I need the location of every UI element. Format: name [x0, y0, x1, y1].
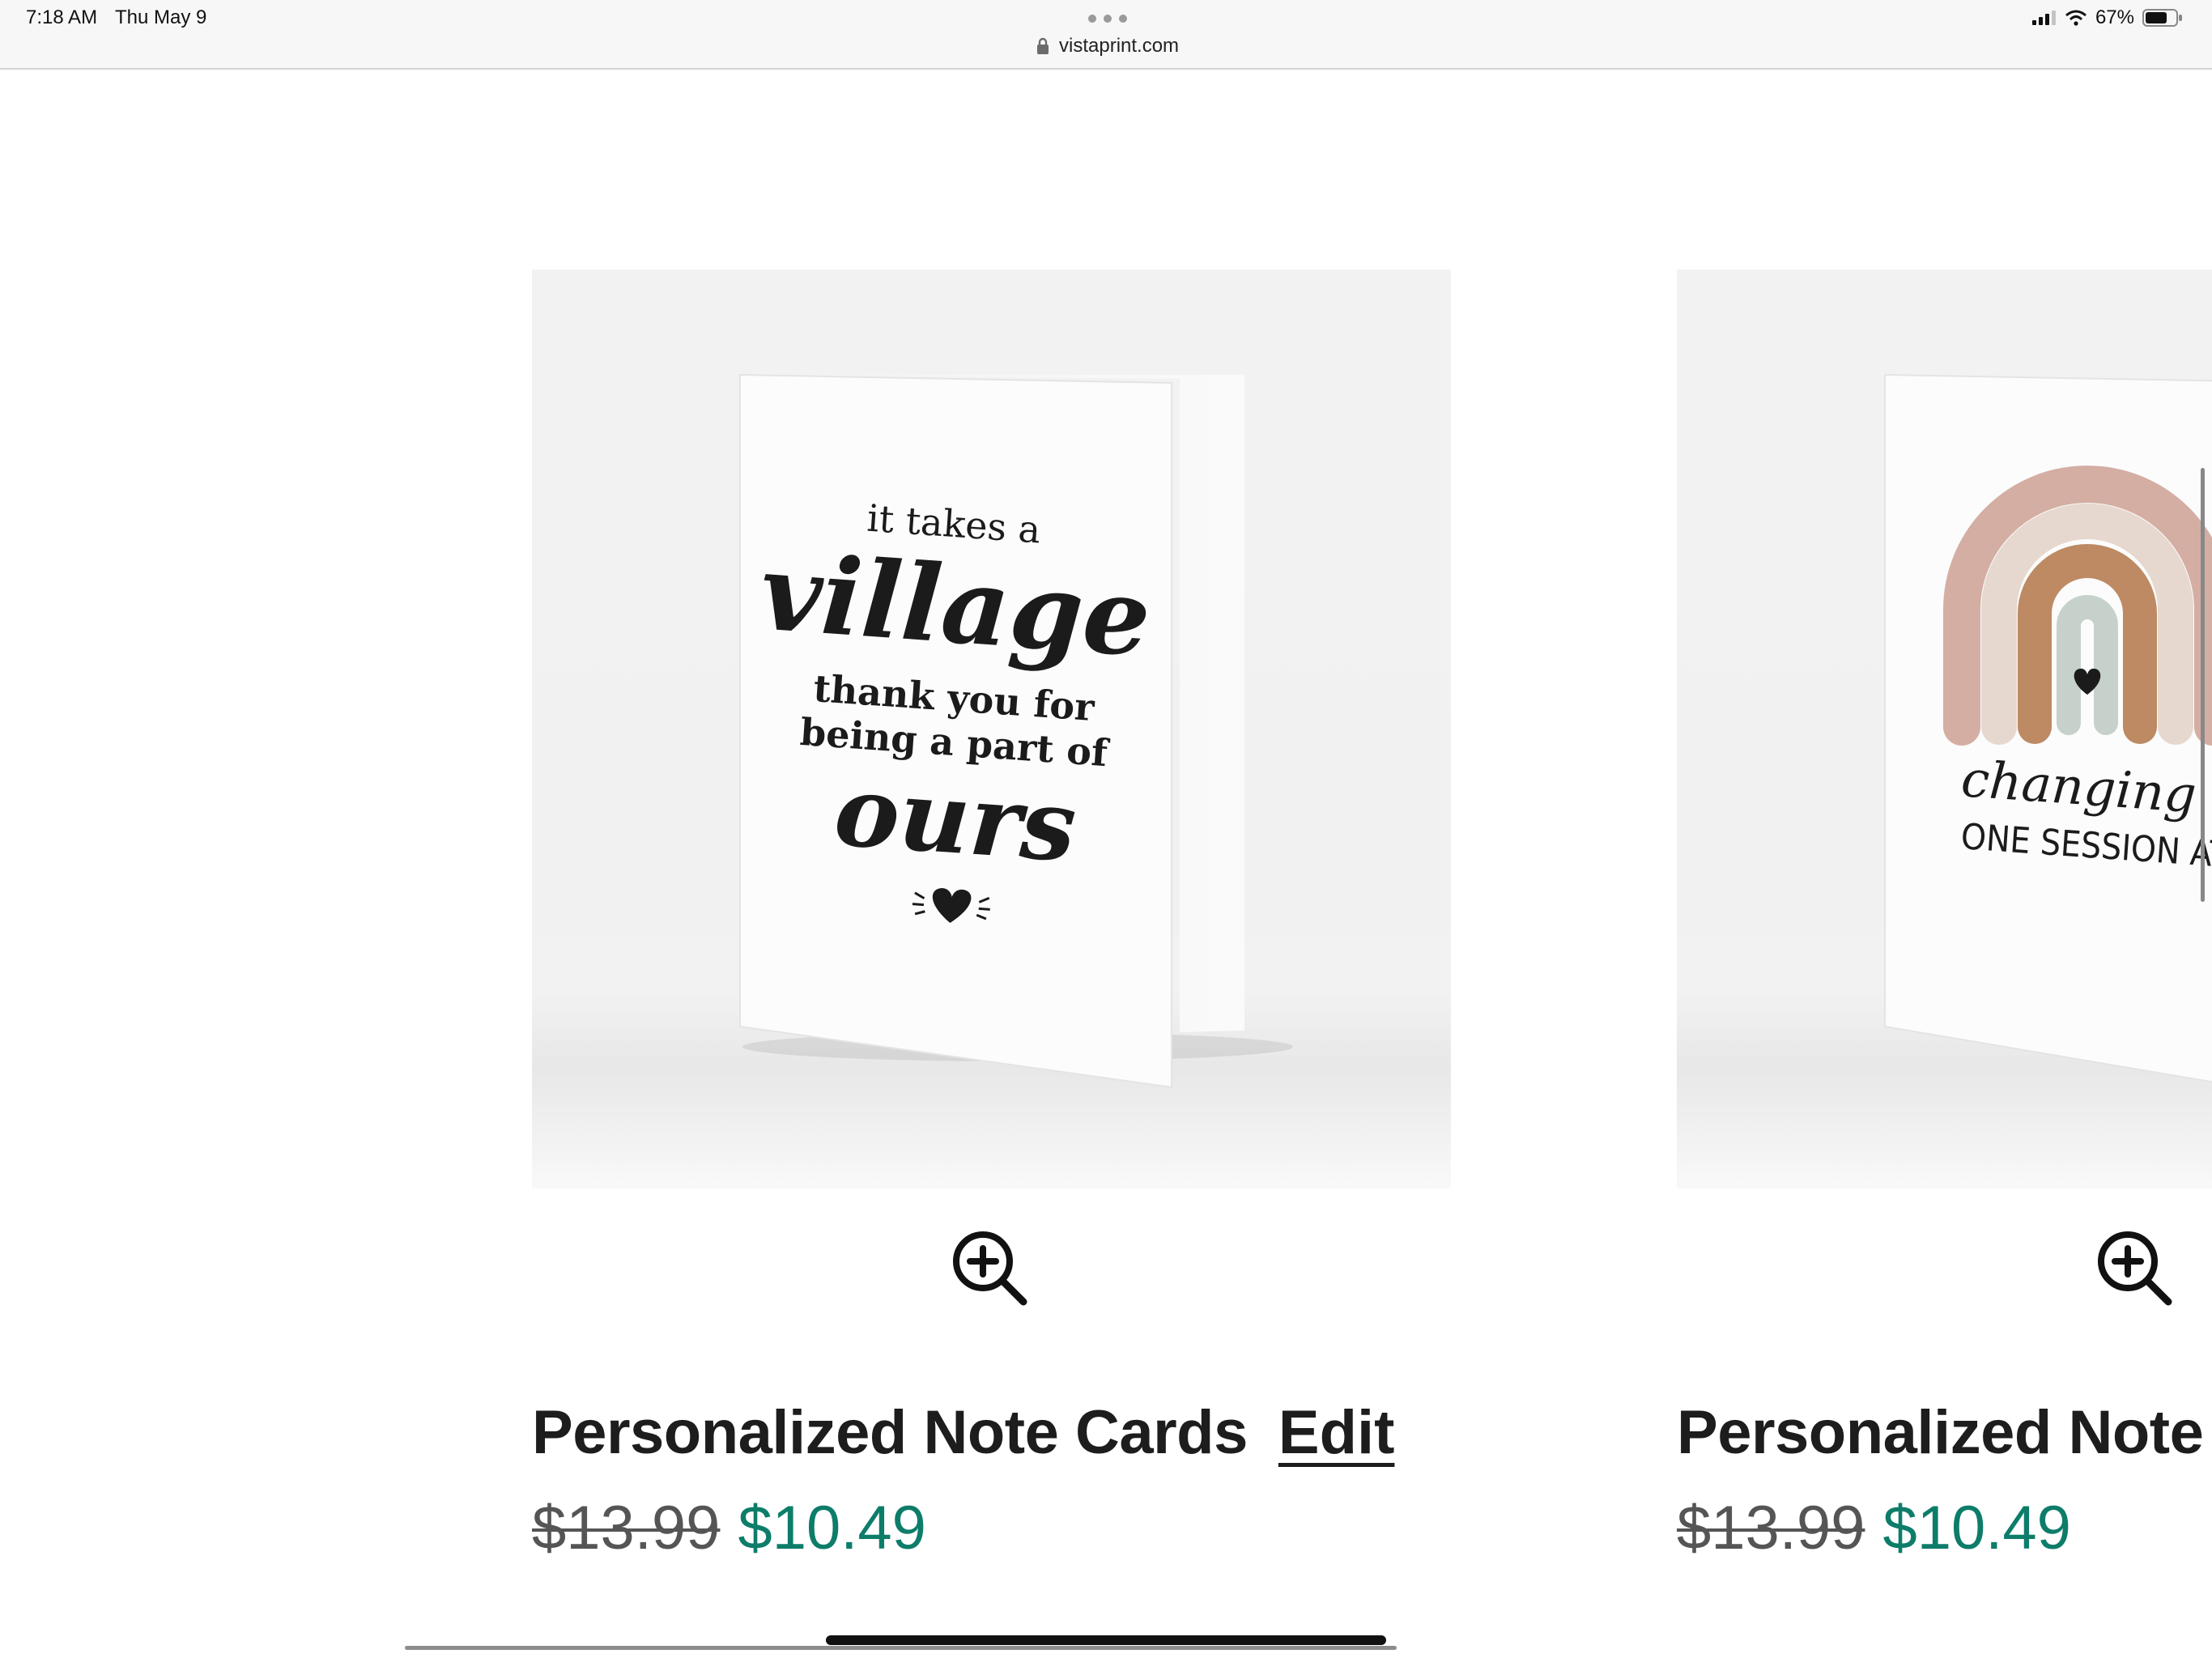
- zoom-in-icon[interactable]: [949, 1227, 1030, 1308]
- address-bar[interactable]: vistaprint.com: [1035, 34, 1179, 58]
- horizontal-scroll-track: [405, 1646, 1397, 1650]
- lock-icon: [1037, 37, 1049, 54]
- price-row: $13.99 $10.49: [1677, 1493, 2071, 1563]
- status-time: 7:18 AM: [26, 6, 98, 28]
- product-title: Personalized Note Cards: [532, 1398, 1248, 1467]
- status-date: Thu May 9: [115, 6, 207, 28]
- price-row: $13.99 $10.49: [532, 1493, 926, 1563]
- vertical-scrollbar[interactable]: [2201, 468, 2205, 902]
- product-card[interactable]: changing live ONE SESSION AT A TIM Perso…: [1677, 270, 2212, 1562]
- wifi-icon: [2065, 10, 2087, 26]
- status-bar: 7:18 AM Thu May 9 vistaprint.com 67%: [0, 0, 2212, 70]
- product-title-row: Personalized Note: [1677, 1397, 2204, 1468]
- home-indicator[interactable]: [826, 1635, 1386, 1645]
- note-card-illustration: changing live ONE SESSION AT A TIM: [1884, 373, 2212, 1083]
- url-text: vistaprint.com: [1059, 35, 1180, 57]
- product-image[interactable]: it takes a village thank you for being a…: [532, 270, 1451, 1188]
- original-price: $13.99: [1677, 1494, 1865, 1562]
- edit-link[interactable]: Edit: [1278, 1397, 1395, 1468]
- multitasking-dots-icon[interactable]: [1088, 15, 1127, 24]
- product-card[interactable]: it takes a village thank you for being a…: [532, 270, 1451, 1562]
- product-title: Personalized Note: [1677, 1398, 2204, 1467]
- sale-price: $10.49: [1882, 1494, 2071, 1562]
- card-art-line5: ours: [831, 754, 1079, 884]
- sale-price: $10.49: [738, 1494, 926, 1562]
- original-price: $13.99: [532, 1494, 721, 1562]
- product-title-row: Personalized Note Cards Edit: [532, 1397, 1394, 1468]
- signal-icon: [2031, 11, 2056, 25]
- note-card-illustration: it takes a village thank you for being a…: [739, 373, 1293, 1089]
- product-image[interactable]: changing live ONE SESSION AT A TIM: [1677, 270, 2212, 1188]
- zoom-in-icon[interactable]: [2094, 1227, 2175, 1308]
- battery-percentage: 67%: [2095, 6, 2134, 28]
- status-indicators: 67%: [2031, 6, 2183, 29]
- battery-icon: [2142, 9, 2182, 27]
